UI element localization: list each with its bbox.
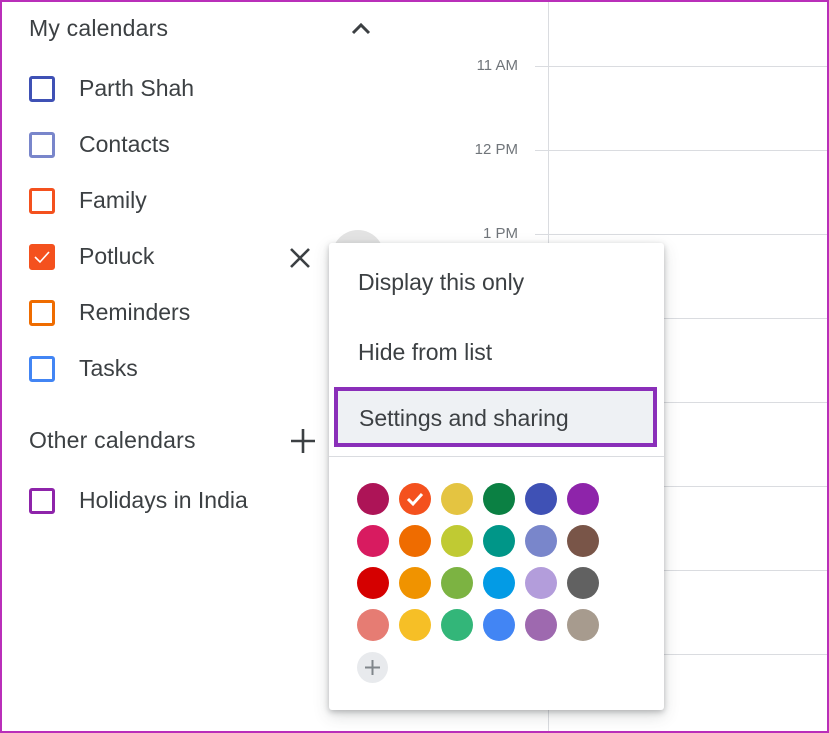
calendar-label: Reminders: [79, 299, 191, 325]
color-swatch[interactable]: [567, 567, 599, 599]
calendar-label: Holidays in India: [79, 487, 248, 513]
menu-item-hide-from-list[interactable]: Hide from list: [329, 319, 664, 379]
close-icon[interactable]: [287, 245, 313, 271]
plus-icon[interactable]: [289, 427, 317, 455]
color-swatch[interactable]: [399, 525, 431, 557]
color-swatch[interactable]: [483, 525, 515, 557]
color-swatch[interactable]: [441, 609, 473, 641]
color-swatch[interactable]: [567, 483, 599, 515]
calendar-checkbox[interactable]: [29, 488, 55, 514]
calendar-item-potluck[interactable]: Potluck: [2, 238, 332, 278]
color-swatch[interactable]: [399, 567, 431, 599]
color-swatch[interactable]: [357, 525, 389, 557]
color-swatch[interactable]: [441, 483, 473, 515]
menu-item-label: Settings and sharing: [359, 405, 569, 431]
other-calendars-title: Other calendars: [29, 427, 196, 453]
hour-line-12pm: [535, 150, 827, 151]
color-swatch[interactable]: [525, 567, 557, 599]
color-swatch[interactable]: [357, 609, 389, 641]
calendar-item-tasks[interactable]: Tasks: [2, 350, 332, 390]
plus-icon: [365, 660, 380, 675]
check-icon: [406, 492, 424, 507]
color-swatch[interactable]: [357, 483, 389, 515]
hour-line-1pm: [535, 234, 827, 235]
hour-line-11am: [535, 66, 827, 67]
color-swatch[interactable]: [525, 609, 557, 641]
calendar-label: Contacts: [79, 131, 170, 157]
calendar-item-contacts[interactable]: Contacts: [2, 126, 332, 166]
menu-divider: [329, 456, 664, 457]
menu-item-label: Hide from list: [358, 339, 493, 365]
color-swatch[interactable]: [525, 525, 557, 557]
check-icon: [34, 251, 50, 264]
calendar-label: Tasks: [79, 355, 138, 381]
color-swatch[interactable]: [483, 483, 515, 515]
menu-item-display-this-only[interactable]: Display this only: [329, 249, 664, 309]
color-swatch[interactable]: [567, 609, 599, 641]
color-swatch[interactable]: [483, 609, 515, 641]
calendar-checkbox[interactable]: [29, 132, 55, 158]
time-label-12pm: 12 PM: [474, 141, 518, 158]
color-swatch[interactable]: [483, 567, 515, 599]
calendar-label: Family: [79, 187, 147, 213]
color-swatch[interactable]: [441, 567, 473, 599]
color-swatch[interactable]: [441, 525, 473, 557]
color-swatch[interactable]: [525, 483, 557, 515]
calendar-checkbox[interactable]: [29, 188, 55, 214]
calendar-item-parth-shah[interactable]: Parth Shah: [2, 70, 332, 110]
my-calendars-title: My calendars: [29, 15, 169, 41]
calendar-options-menu: Display this only Hide from list Setting…: [329, 243, 664, 710]
menu-item-settings-and-sharing[interactable]: Settings and sharing: [334, 387, 657, 447]
color-swatch[interactable]: [567, 525, 599, 557]
calendar-checkbox[interactable]: [29, 76, 55, 102]
calendar-screenshot: 11 AM 12 PM 1 PM My calendars Parth Shah…: [0, 0, 829, 733]
menu-item-label: Display this only: [358, 269, 525, 295]
calendar-checkbox-checked[interactable]: [29, 244, 55, 270]
time-label-11am: 11 AM: [476, 57, 518, 74]
color-swatch[interactable]: [399, 609, 431, 641]
color-swatch[interactable]: [357, 567, 389, 599]
time-label-1pm: 1 PM: [482, 225, 518, 242]
calendar-item-holidays-in-india[interactable]: Holidays in India: [2, 482, 332, 522]
calendar-checkbox[interactable]: [29, 300, 55, 326]
calendar-item-family[interactable]: Family: [2, 182, 332, 222]
calendar-label: Potluck: [79, 243, 155, 269]
color-swatch-selected[interactable]: [399, 483, 431, 515]
calendar-item-reminders[interactable]: Reminders: [2, 294, 332, 334]
calendar-checkbox[interactable]: [29, 356, 55, 382]
chevron-up-icon[interactable]: [347, 15, 375, 43]
add-custom-color-button[interactable]: [357, 652, 388, 683]
calendar-label: Parth Shah: [79, 75, 195, 101]
